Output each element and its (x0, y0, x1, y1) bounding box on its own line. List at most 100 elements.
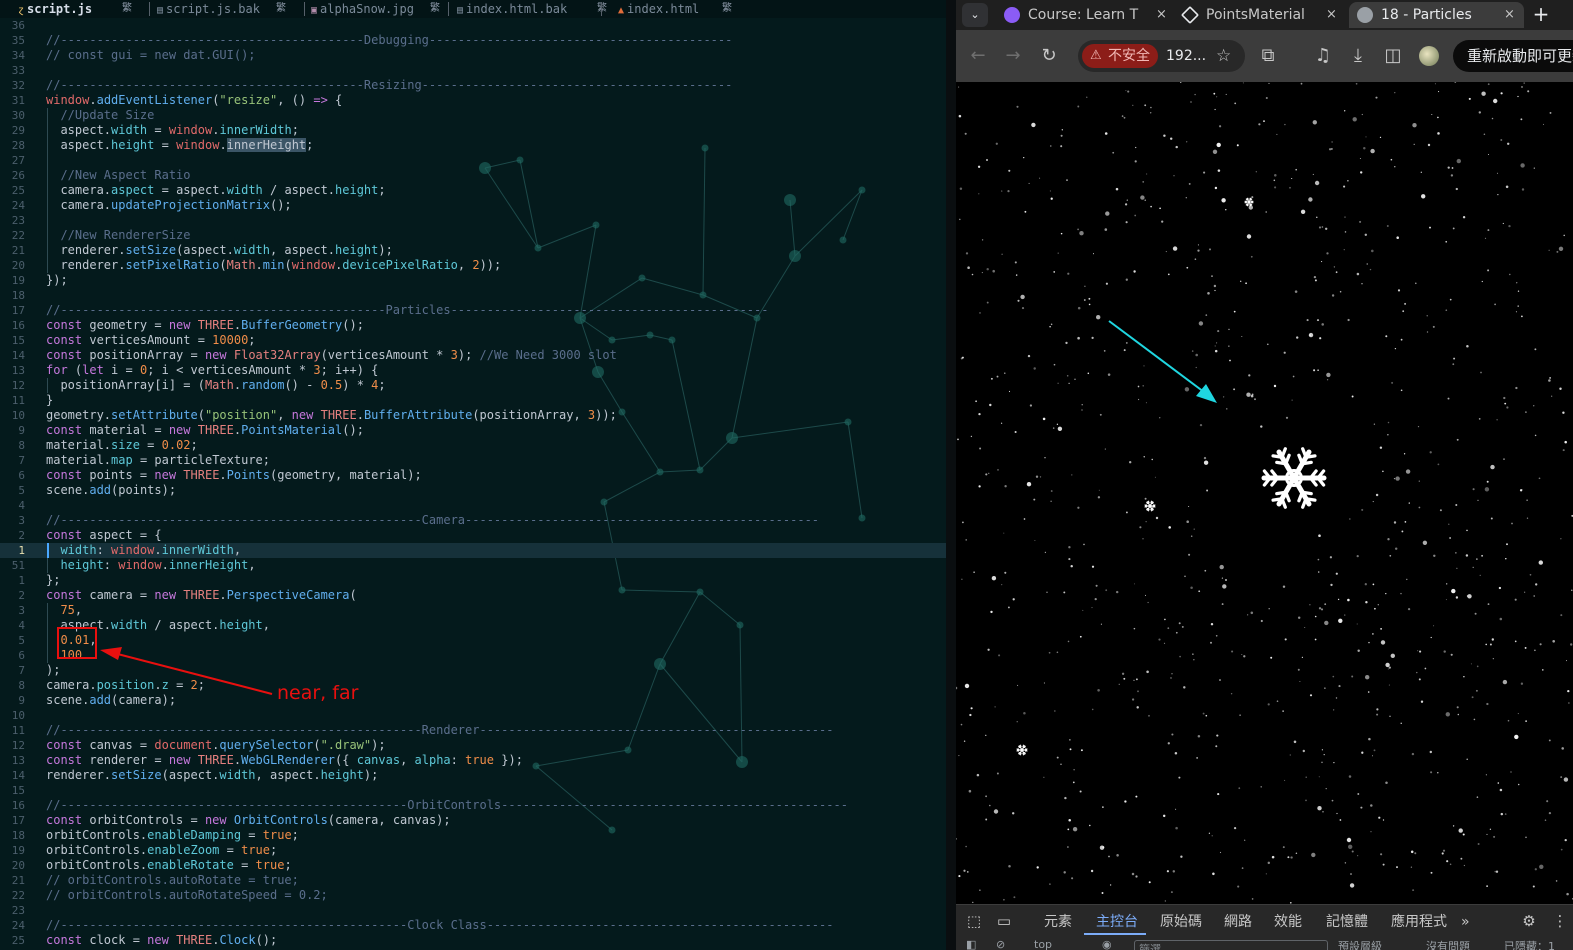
reload-icon[interactable]: ↻ (1037, 44, 1061, 68)
code-line[interactable]: 2 const aspect = { (0, 528, 946, 543)
devtools-tab-application[interactable]: 應用程式 (1391, 910, 1447, 934)
code-line[interactable]: 35 //------------------------------------… (0, 33, 946, 48)
settings-gear-icon[interactable]: ⚙ (1519, 911, 1539, 931)
webgl-viewport[interactable] (956, 82, 1573, 904)
code-line[interactable]: 18 orbitControls.enableDamping = true; (0, 828, 946, 843)
forward-arrow-icon[interactable]: → (1001, 44, 1025, 68)
code-line[interactable]: 8 camera.position.z = 2; (0, 678, 946, 693)
security-indicator[interactable]: ⚠ 不安全 (1082, 44, 1158, 68)
restart-to-update-button[interactable]: 重新啟動即可更新 (1453, 40, 1573, 72)
code-line[interactable]: 34 // const gui = new dat.GUI(); (0, 48, 946, 63)
editor-tab-alphasnow-jpg[interactable]: ▣ alphaSnow.jpg 繁 (311, 0, 440, 18)
code-line[interactable]: 21 // orbitControls.autoRotate = true; (0, 873, 946, 888)
devtools-tab-sources[interactable]: 原始碼 (1160, 910, 1202, 934)
code-line[interactable]: 14 renderer.setSize(aspect.width, aspect.… (0, 768, 946, 783)
devtools-tab-performance[interactable]: 效能 (1274, 910, 1302, 934)
code-line[interactable]: 3 75, (0, 603, 946, 618)
browser-tab-pointsmaterial[interactable]: PointsMaterial × (1174, 2, 1346, 28)
clear-console-icon[interactable]: ⊘ (996, 938, 1005, 950)
issues-indicator[interactable]: 沒有問題 (1426, 938, 1470, 950)
code-line[interactable]: 5 scene.add(points); (0, 483, 946, 498)
code-line[interactable]: 28 aspect.height = window.innerHeight; (0, 138, 946, 153)
code-line[interactable]: 11} (0, 393, 946, 408)
code-line[interactable]: 17 const orbitControls = new OrbitControl… (0, 813, 946, 828)
code-line[interactable]: 10 (0, 708, 946, 723)
code-line[interactable]: 2 const camera = new THREE.PerspectiveCam… (0, 588, 946, 603)
code-line[interactable]: 31 window.addEventListener("resize", () =… (0, 93, 946, 108)
code-line[interactable]: 5 0.01, (0, 633, 946, 648)
code-line[interactable]: 8 material.size = 0.02; (0, 438, 946, 453)
close-icon[interactable]: 繁 (430, 0, 440, 18)
code-line[interactable]: 13 for (let i = 0; i < verticesAmount * 3… (0, 363, 946, 378)
code-line[interactable]: 16 const geometry = new THREE.BufferGeome… (0, 318, 946, 333)
address-bar[interactable]: ⚠ 不安全 192... ☆ (1078, 40, 1245, 72)
code-line[interactable]: 14 const positionArray = new Float32Array… (0, 348, 946, 363)
close-icon[interactable]: × (1326, 2, 1337, 28)
code-line[interactable]: 15 (0, 783, 946, 798)
code-line[interactable]: 1}; (0, 573, 946, 588)
code-line[interactable]: 30 //Update Size (0, 108, 946, 123)
code-line[interactable]: 15 const verticesAmount = 10000; (0, 333, 946, 348)
close-icon[interactable]: 繁 (122, 0, 132, 18)
close-icon[interactable]: 繁 (276, 0, 286, 18)
editor-tab-script-js-bak[interactable]: ▤ script.js.bak 繁 (157, 0, 286, 18)
code-line[interactable]: 10 geometry.setAttribute("position", new … (0, 408, 946, 423)
code-line[interactable]: 13 const renderer = new THREE.WebGLRender… (0, 753, 946, 768)
browser-tab-course[interactable]: Course: Learn T × (996, 2, 1176, 28)
devtools-tab-memory[interactable]: 記憶體 (1326, 910, 1368, 934)
profile-avatar[interactable] (1419, 46, 1439, 66)
code-line[interactable]: 12 positionArray[i] = (Math.random() - 0… (0, 378, 946, 393)
new-tab-button[interactable]: + (1529, 3, 1553, 27)
code-line[interactable]: 23 (0, 903, 946, 918)
console-filter-input[interactable]: 篩選 (1134, 940, 1328, 950)
download-icon[interactable]: ⤓ (1346, 44, 1370, 68)
code-line[interactable]: 7); (0, 663, 946, 678)
more-tabs-icon[interactable]: » (1461, 910, 1470, 934)
code-line[interactable]: 24 //------------------------------------… (0, 918, 946, 933)
code-line[interactable]: 4 aspect.width / aspect.height, (0, 618, 946, 633)
code-line[interactable]: 25 camera.aspect = aspect.width / aspect… (0, 183, 946, 198)
code-line[interactable]: 26 //New Aspect Ratio (0, 168, 946, 183)
url-text[interactable]: 192... (1166, 40, 1206, 72)
code-line[interactable]: 51 height: window.innerHeight, (0, 558, 946, 573)
window-divider[interactable] (946, 0, 956, 950)
more-options-icon[interactable]: ⋮ (1550, 911, 1570, 931)
code-line[interactable]: 22 //New RendererSize (0, 228, 946, 243)
code-line[interactable]: 21 renderer.setSize(aspect.width, aspect… (0, 243, 946, 258)
editor-tab-index-html-bak[interactable]: ▤ index.html.bak 繁 (457, 0, 607, 18)
editor-tab-script-js[interactable]: ɀ script.js 繁 (18, 0, 132, 18)
particles-canvas[interactable] (956, 82, 1573, 904)
code-line[interactable]: 3 //-------------------------------------… (0, 513, 946, 528)
code-line[interactable]: 16 //------------------------------------… (0, 798, 946, 813)
sidebar-toggle-icon[interactable]: ◧ (966, 938, 976, 950)
code-line[interactable]: 1 width: window.innerWidth, (0, 543, 946, 558)
device-toolbar-icon[interactable]: ▭ (994, 911, 1014, 931)
code-line[interactable]: 23 (0, 213, 946, 228)
code-line[interactable]: 24 camera.updateProjectionMatrix(); (0, 198, 946, 213)
close-icon[interactable]: × (1156, 2, 1167, 28)
code-line[interactable]: 7 material.map = particleTexture; (0, 453, 946, 468)
media-controls-icon[interactable]: ♫ (1311, 44, 1335, 68)
editor-tab-index-html[interactable]: ▲ index.html 繁 (618, 0, 732, 18)
code-line[interactable]: 9 const material = new THREE.PointsMateri… (0, 423, 946, 438)
tab-search-button[interactable]: ⌄ (962, 3, 988, 27)
close-icon[interactable]: 繁 (722, 0, 732, 18)
devtools-tab-elements[interactable]: 元素 (1044, 910, 1072, 934)
code-line[interactable]: 4 (0, 498, 946, 513)
devtools-tab-console[interactable]: 主控台 (1096, 910, 1138, 934)
code-line[interactable]: 9 scene.add(camera); (0, 693, 946, 708)
code-line[interactable]: 27 (0, 153, 946, 168)
code-line[interactable]: 20 renderer.setPixelRatio(Math.min(windo… (0, 258, 946, 273)
code-line[interactable]: 25 const clock = new THREE.Clock(); (0, 933, 946, 948)
code-line[interactable]: 33 (0, 63, 946, 78)
inspect-element-icon[interactable]: ⬚ (964, 911, 984, 931)
close-icon[interactable]: × (1504, 2, 1515, 28)
code-line[interactable]: 6 100 (0, 648, 946, 663)
code-line[interactable]: 12 const canvas = document.querySelector(… (0, 738, 946, 753)
code-line[interactable]: 32 //------------------------------------… (0, 78, 946, 93)
code-line[interactable]: 20 orbitControls.enableRotate = true; (0, 858, 946, 873)
code-line[interactable]: 22 // orbitControls.autoRotateSpeed = 0.2… (0, 888, 946, 903)
bookmark-star-icon[interactable]: ☆ (1216, 40, 1231, 72)
devtools-tab-network[interactable]: 網路 (1224, 910, 1252, 934)
eye-icon[interactable]: ◉ (1102, 938, 1112, 950)
